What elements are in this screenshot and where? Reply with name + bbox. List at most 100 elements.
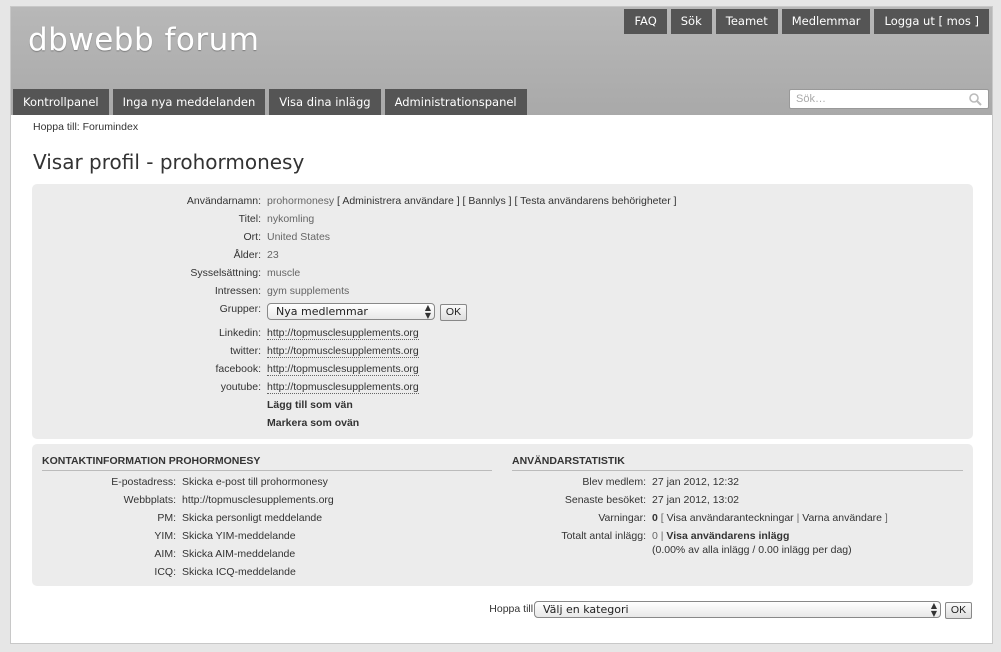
- jumpbox-select-value: Välj en kategori: [543, 603, 629, 616]
- twitter-link[interactable]: http://topmusclesupplements.org: [267, 345, 419, 358]
- stats-warnings-row: Varningar: 0 [ Visa användaranteckningar…: [502, 509, 972, 527]
- top-nav: FAQ Sök Teamet Medlemmar Logga ut [ mos …: [624, 9, 989, 34]
- topnav-members[interactable]: Medlemmar: [781, 9, 871, 34]
- youtube-row: youtube: http://topmusclesupplements.org: [32, 378, 973, 396]
- breadcrumb-prefix: Hoppa till:: [33, 121, 80, 133]
- profile-panel: Användarnamn: prohormonesy [ Administrer…: [32, 184, 973, 439]
- posts-detail: (0.00% av alla inlägg / 0.00 inlägg per …: [652, 544, 852, 556]
- jumpbox-label: Hoppa till:: [489, 603, 536, 615]
- topnav-faq[interactable]: FAQ: [624, 9, 667, 34]
- test-permissions-link[interactable]: Testa användarens behörigheter: [520, 195, 671, 207]
- interests-row: Intressen: gym supplements: [32, 282, 973, 300]
- lastvisit-label: Senaste besöket:: [564, 494, 646, 506]
- contact-label: AIM:: [154, 548, 176, 560]
- warnings-count: 0: [652, 512, 658, 524]
- facebook-row: facebook: http://topmusclesupplements.or…: [32, 360, 973, 378]
- occupation-value: muscle: [267, 267, 301, 279]
- jumpbox-ok-button[interactable]: OK: [945, 602, 972, 619]
- location-value: United States: [267, 231, 331, 243]
- breadcrumb-forum-index[interactable]: Forumindex: [83, 121, 138, 133]
- twitter-label: twitter:: [230, 345, 261, 357]
- warn-user-link[interactable]: Varna användare: [802, 512, 882, 524]
- facebook-link[interactable]: http://topmusclesupplements.org: [267, 363, 419, 376]
- topnav-logout[interactable]: Logga ut [ mos ]: [874, 9, 989, 34]
- twitter-row: twitter: http://topmusclesupplements.org: [32, 342, 973, 360]
- contact-heading: KONTAKTINFORMATION PROHORMONESY: [42, 455, 492, 471]
- topnav-team[interactable]: Teamet: [715, 9, 778, 34]
- header: dbwebb forum FAQ Sök Teamet Medlemmar Lo…: [11, 7, 992, 115]
- location-row: Ort: United States: [32, 228, 973, 246]
- facebook-label: facebook:: [215, 363, 261, 375]
- title-row: Titel: nykomling: [32, 210, 973, 228]
- email-link[interactable]: Skicka e-post till prohormonesy: [182, 473, 328, 491]
- topnav-search[interactable]: Sök: [670, 9, 712, 34]
- site-logo[interactable]: dbwebb forum: [28, 22, 259, 58]
- groups-select-value: Nya medlemmar: [276, 305, 368, 318]
- contact-row-yim: YIM: Skicka YIM-meddelande: [32, 527, 492, 545]
- add-foe-row: Markera som ovän: [32, 414, 973, 432]
- occupation-label: Sysselsättning:: [190, 267, 261, 279]
- groups-ok-button[interactable]: OK: [440, 304, 467, 321]
- icq-link[interactable]: Skicka ICQ-meddelande: [182, 563, 296, 581]
- contact-label: PM:: [157, 512, 176, 524]
- interests-value: gym supplements: [267, 285, 350, 297]
- age-row: Ålder: 23: [32, 246, 973, 264]
- add-friend-link[interactable]: Lägg till som vän: [267, 396, 353, 414]
- age-label: Ålder:: [233, 249, 261, 261]
- nav-no-new-posts[interactable]: Inga nya meddelanden: [112, 89, 266, 115]
- search-icon[interactable]: [968, 92, 982, 106]
- stats-list: Blev medlem: 27 jan 2012, 12:32 Senaste …: [502, 444, 972, 586]
- select-arrows-icon: ▲ ▼: [424, 303, 431, 320]
- stats-joined-row: Blev medlem: 27 jan 2012, 12:32: [502, 473, 972, 491]
- breadcrumb: Hoppa till: Forumindex: [33, 121, 138, 133]
- linkedin-label: Linkedin:: [218, 327, 261, 339]
- contact-row-aim: AIM: Skicka AIM-meddelande: [32, 545, 492, 563]
- groups-label: Grupper:: [219, 303, 261, 315]
- nav-admin-panel[interactable]: Administrationspanel: [384, 89, 527, 115]
- title-value: nykomling: [267, 213, 315, 225]
- stats-lastvisit-row: Senaste besöket: 27 jan 2012, 13:02: [502, 491, 972, 509]
- youtube-link[interactable]: http://topmusclesupplements.org: [267, 381, 419, 394]
- groups-row: Grupper:: [32, 300, 973, 318]
- lastvisit-value: 27 jan 2012, 13:02: [652, 494, 739, 506]
- groups-select[interactable]: Nya medlemmar ▲ ▼: [267, 303, 435, 320]
- warnings-label: Varningar:: [598, 512, 646, 524]
- contact-row-pm: PM: Skicka personligt meddelande: [32, 509, 492, 527]
- contact-label: E-postadress:: [111, 476, 176, 488]
- add-foe-link[interactable]: Markera som ovän: [267, 414, 359, 432]
- youtube-label: youtube:: [220, 381, 261, 393]
- joined-value: 27 jan 2012, 12:32: [652, 476, 739, 488]
- contact-stats-panel: KONTAKTINFORMATION PROHORMONESY E-postad…: [32, 444, 973, 586]
- select-arrows-icon: ▲ ▼: [930, 601, 937, 618]
- nav-your-posts[interactable]: Visa dina inlägg: [269, 89, 381, 115]
- age-value: 23: [267, 249, 279, 261]
- search-input[interactable]: Sök…: [789, 89, 989, 109]
- interests-label: Intressen:: [214, 285, 261, 297]
- aim-link[interactable]: Skicka AIM-meddelande: [182, 545, 295, 563]
- page: dbwebb forum FAQ Sök Teamet Medlemmar Lo…: [10, 6, 993, 644]
- admin-user-link[interactable]: Administrera användare: [342, 195, 453, 207]
- contact-row-email: E-postadress: Skicka e-post till prohorm…: [32, 473, 492, 491]
- ban-link[interactable]: Bannlys: [468, 195, 505, 207]
- yim-link[interactable]: Skicka YIM-meddelande: [182, 527, 296, 545]
- nav-control-panel[interactable]: Kontrollpanel: [13, 89, 109, 115]
- username-value-group: prohormonesy [ Administrera användare ] …: [267, 195, 677, 207]
- contact-label: ICQ:: [154, 566, 176, 578]
- joined-label: Blev medlem:: [582, 476, 646, 488]
- username-value: prohormonesy: [267, 195, 335, 207]
- contact-label: Webbplats:: [123, 494, 176, 506]
- pm-link[interactable]: Skicka personligt meddelande: [182, 509, 322, 527]
- linkedin-row: Linkedin: http://topmusclesupplements.or…: [32, 324, 973, 342]
- title-label: Titel:: [238, 213, 261, 225]
- contact-row-website: Webbplats: http://topmusclesupplements.o…: [32, 491, 492, 509]
- website-link[interactable]: http://topmusclesupplements.org: [182, 491, 334, 509]
- contact-label: YIM:: [154, 530, 176, 542]
- add-friend-row: Lägg till som vän: [32, 396, 973, 414]
- username-label: Användarnamn:: [186, 195, 261, 207]
- contact-row-icq: ICQ: Skicka ICQ-meddelande: [32, 563, 492, 581]
- main-nav: Kontrollpanel Inga nya meddelanden Visa …: [13, 89, 527, 115]
- warnings-value-group: 0 [ Visa användaranteckningar | Varna an…: [652, 512, 888, 524]
- linkedin-link[interactable]: http://topmusclesupplements.org: [267, 327, 419, 340]
- view-notes-link[interactable]: Visa användaranteckningar: [667, 512, 794, 524]
- jumpbox-select[interactable]: Välj en kategori ▲ ▼: [534, 601, 941, 618]
